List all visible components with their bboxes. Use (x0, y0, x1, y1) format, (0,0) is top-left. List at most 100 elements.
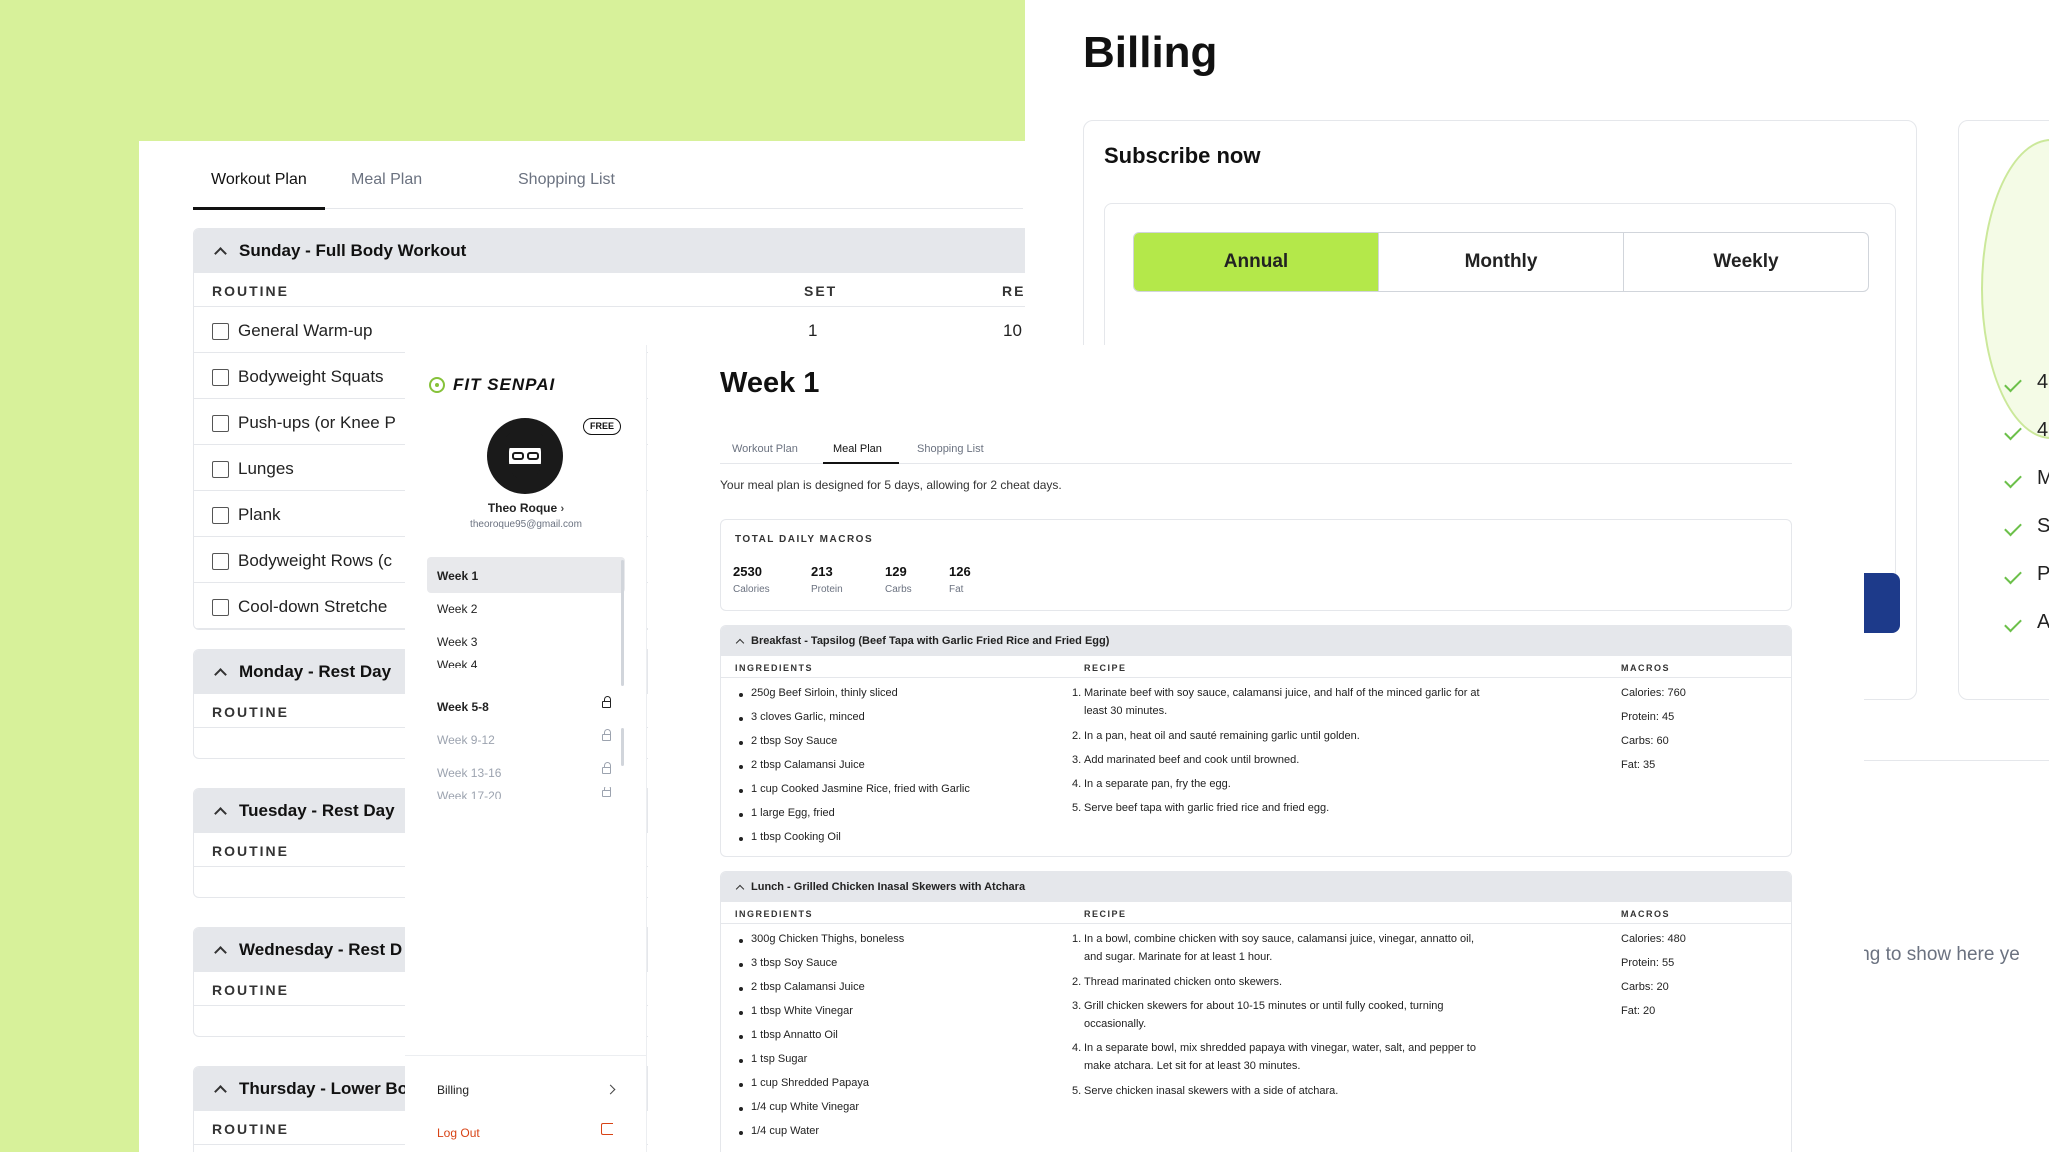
step-number: 3. (1072, 754, 1082, 766)
sidebar-item-week-13-16[interactable]: Week 13-16 (427, 754, 625, 790)
macro-value: 129 (885, 564, 907, 579)
recipe-step: 1. In a bowl, combine chicken with soy sa… (1072, 930, 1484, 966)
recipe-step: 2. In a pan, heat oil and sauté remaining… (1072, 727, 1484, 745)
tab-meal-plan[interactable]: Meal Plan (351, 171, 422, 189)
tab-shopping-list[interactable]: Shopping List (518, 171, 615, 189)
sidebar-item-week-17-20[interactable]: Week 17-20 (427, 787, 625, 799)
col-routine: ROUTINE (212, 1121, 289, 1137)
active-tab-indicator (823, 462, 899, 464)
plan-features-card: 4 4 M S P A (1958, 120, 2049, 700)
exercise-name: General Warm-up (238, 321, 373, 340)
check-icon (2004, 422, 2022, 441)
macro-label: Protein (811, 584, 843, 595)
active-tab-indicator (193, 207, 325, 210)
step-text: In a separate bowl, mix shredded papaya … (1084, 1042, 1476, 1072)
step-text: In a bowl, combine chicken with soy sauc… (1084, 933, 1475, 963)
feature-item: P (2037, 563, 2049, 586)
day-title: Wednesday - Rest D (239, 940, 403, 959)
ingredient-item: 1 tsp Sugar (738, 1053, 808, 1065)
tab-workout-plan[interactable]: Workout Plan (732, 443, 798, 455)
user-name[interactable]: Theo Roque › (405, 501, 647, 515)
billing-link[interactable]: Billing (437, 1083, 469, 1097)
ingredient-item: 1 tbsp Cooking Oil (739, 831, 841, 843)
sidebar-item-week-5-8[interactable]: Week 5-8 (427, 688, 625, 724)
user-email: theoroque95@gmail.com (470, 519, 582, 530)
tab-shopping-list[interactable]: Shopping List (917, 443, 984, 455)
exercise-checkbox[interactable] (212, 415, 229, 432)
day-title: Tuesday - Rest Day (239, 801, 395, 820)
exercise-checkbox[interactable] (212, 599, 229, 616)
logout-button[interactable]: Log Out (437, 1126, 480, 1140)
tab-meal-plan[interactable]: Meal Plan (833, 443, 882, 455)
macro-value: 126 (949, 564, 971, 579)
plan-annual-button[interactable]: Annual (1134, 233, 1379, 291)
feature-item: 4 (2037, 371, 2049, 393)
plan-tabs: Workout Plan Meal Plan Shopping List (720, 427, 1792, 464)
macro-line: Carbs: 20 (1621, 981, 1669, 993)
meal-card-breakfast: Breakfast - Tapsilog (Beef Tapa with Gar… (720, 625, 1792, 857)
exercise-set: 1 (808, 321, 818, 340)
ingredient-item: 1/4 cup White Vinegar (738, 1101, 860, 1113)
exercise-name: Bodyweight Squats (238, 367, 384, 386)
exercise-checkbox[interactable] (212, 323, 229, 340)
ingredient-item: 2 tbsp Soy Sauce (738, 735, 838, 747)
weeks-scrollbar[interactable] (621, 560, 624, 686)
ingredient-item: 1 tbsp Annatto Oil (739, 1029, 838, 1041)
avatar-beard (509, 464, 541, 480)
ingredient-item: 3 cloves Garlic, minced (739, 711, 865, 723)
exercise-name: Bodyweight Rows (c (238, 551, 393, 570)
chevron-up-icon (735, 638, 745, 647)
tab-workout-plan[interactable]: Workout Plan (211, 171, 307, 189)
macro-line: Carbs: 60 (1621, 735, 1669, 747)
sidebar-item-week-3[interactable]: Week 3 (427, 623, 625, 659)
ingredient-item: 2 tbsp Calamansi Juice (739, 759, 865, 771)
empty-state-text: ing to show here ye (1855, 944, 2020, 965)
ingredient-item: 1 large Egg, fried (739, 807, 835, 819)
day-header[interactable]: Sunday - Full Body Workout (194, 229, 1025, 273)
macro-label: Calories (733, 584, 770, 595)
sidebar-item-week-2[interactable]: Week 2 (427, 590, 625, 626)
nav-label: Week 13-16 (437, 766, 502, 780)
logo[interactable]: FIT SENPAI (429, 375, 555, 395)
meal-header[interactable]: Breakfast - Tapsilog (Beef Tapa with Gar… (721, 626, 1791, 656)
step-text: Grill chicken skewers for about 10-15 mi… (1084, 1000, 1444, 1030)
exercise-rep: 10 (1003, 321, 1022, 340)
plan-illustration (1981, 139, 2049, 439)
exercise-checkbox[interactable] (212, 507, 229, 524)
macros-title: TOTAL DAILY MACROS (735, 534, 874, 545)
meal-header[interactable]: Lunch - Grilled Chicken Inasal Skewers w… (721, 872, 1791, 902)
exercise-checkbox[interactable] (212, 553, 229, 570)
col-set: SET (804, 283, 838, 299)
meal-card-lunch: Lunch - Grilled Chicken Inasal Skewers w… (720, 871, 1792, 1152)
macro-value: 213 (811, 564, 833, 579)
exercise-name: Lunges (238, 459, 294, 478)
feature-item: M (2037, 467, 2049, 490)
plan-monthly-button[interactable]: Monthly (1379, 233, 1624, 291)
logo-text: FIT SENPAI (453, 375, 556, 394)
sidebar-item-week-9-12[interactable]: Week 9-12 (427, 721, 625, 757)
routine-header: ROUTINE SET RE (194, 273, 1025, 307)
step-number: 1. (1072, 933, 1082, 945)
step-number: 2. (1072, 730, 1082, 742)
feature-item: S (2037, 515, 2049, 538)
day-title: Monday - Rest Day (239, 662, 392, 681)
col-recipe: RECIPE (1084, 909, 1127, 919)
step-text: Marinate beef with soy sauce, calamansi … (1084, 687, 1480, 717)
billing-period-toggle: Annual Monthly Weekly (1133, 232, 1869, 292)
exercise-checkbox[interactable] (212, 369, 229, 386)
locked-scrollbar[interactable] (621, 728, 624, 766)
day-title: Sunday - Full Body Workout (239, 241, 467, 260)
sidebar-item-week-1[interactable]: Week 1 (427, 557, 625, 593)
avatar[interactable] (487, 418, 563, 494)
exercise-name: Push-ups (or Knee P (238, 413, 396, 432)
recipe-step: 1. Marinate beef with soy sauce, calamans… (1072, 684, 1484, 720)
macro-line: Fat: 35 (1621, 759, 1656, 771)
check-icon (2004, 614, 2022, 633)
plan-weekly-button[interactable]: Weekly (1624, 233, 1868, 291)
sidebar-item-week-4[interactable]: Week 4 (427, 656, 625, 668)
subscribe-title: Subscribe now (1104, 143, 1261, 168)
exercise-checkbox[interactable] (212, 461, 229, 478)
col-routine: ROUTINE (212, 283, 289, 299)
col-ingredients: INGREDIENTS (735, 663, 814, 673)
macro-line: Protein: 55 (1621, 957, 1675, 969)
